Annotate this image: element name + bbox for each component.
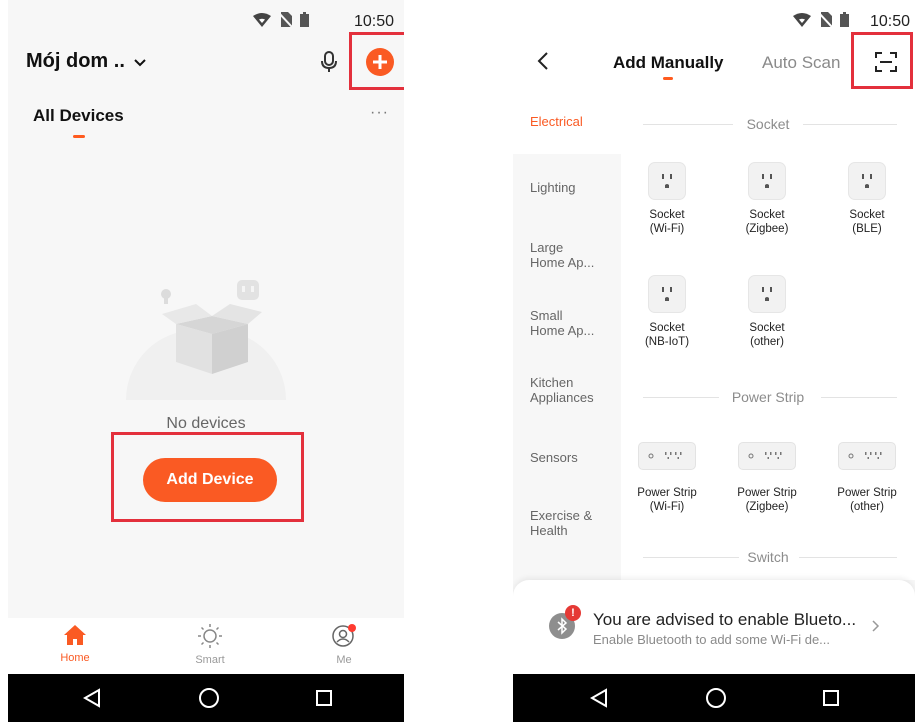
category-list: Electrical Lighting Large Home Ap... Sma… bbox=[513, 110, 621, 580]
tab-smart[interactable]: Smart bbox=[170, 624, 250, 666]
home-selector[interactable]: Mój dom .. bbox=[26, 50, 147, 73]
category-small-home[interactable]: Small Home Ap... bbox=[530, 308, 594, 338]
chevron-down-icon bbox=[134, 59, 147, 67]
chevron-left-icon[interactable] bbox=[537, 51, 549, 71]
device-strip-zigbee[interactable]: Power Strip (Zigbee) bbox=[721, 442, 813, 514]
system-nav-bar bbox=[513, 674, 915, 722]
power-strip-icon bbox=[738, 442, 796, 470]
battery-icon bbox=[840, 12, 849, 27]
tab-all-devices[interactable]: All Devices bbox=[33, 106, 124, 126]
tab-me[interactable]: Me bbox=[304, 624, 384, 666]
back-triangle-icon[interactable] bbox=[78, 684, 106, 712]
device-socket-nbiot[interactable]: Socket (NB-IoT) bbox=[621, 275, 713, 349]
device-socket-zigbee[interactable]: Socket (Zigbee) bbox=[721, 162, 813, 236]
empty-box-illustration bbox=[161, 280, 262, 374]
bottom-tab-bar: Home Smart Me bbox=[8, 618, 404, 674]
device-label: Socket (Wi-Fi) bbox=[649, 209, 685, 235]
back-triangle-icon[interactable] bbox=[585, 684, 613, 712]
tab-home[interactable]: Home bbox=[35, 624, 115, 664]
wifi-icon bbox=[253, 12, 271, 27]
tab-smart-label: Smart bbox=[195, 654, 225, 666]
banner-title: You are advised to enable Blueto... bbox=[593, 610, 857, 629]
home-circle-icon[interactable] bbox=[195, 684, 223, 712]
device-strip-other[interactable]: Power Strip (other) bbox=[821, 442, 913, 514]
device-list: Socket Socket (Wi-Fi) Socket (Zigbee) So… bbox=[621, 110, 915, 580]
bluetooth-banner[interactable]: ! You are advised to enable Blueto... En… bbox=[513, 580, 915, 674]
more-dots-icon[interactable]: ··· bbox=[370, 104, 389, 122]
device-label: Socket (other) bbox=[749, 322, 785, 348]
category-electrical[interactable]: Electrical bbox=[530, 114, 583, 129]
category-exercise-health[interactable]: Exercise & Health bbox=[530, 508, 592, 538]
status-bar: 10:50 bbox=[8, 0, 404, 40]
status-time: 10:50 bbox=[354, 13, 395, 30]
device-label: Power Strip (other) bbox=[837, 487, 897, 513]
device-label: Power Strip (Wi-Fi) bbox=[637, 487, 697, 513]
socket-icon bbox=[848, 162, 886, 200]
device-strip-wifi[interactable]: Power Strip (Wi-Fi) bbox=[621, 442, 713, 514]
power-strip-icon bbox=[838, 442, 896, 470]
section-switch-title: Switch bbox=[747, 549, 789, 565]
tab-me-label: Me bbox=[336, 654, 352, 666]
recents-square-icon[interactable] bbox=[817, 684, 845, 712]
power-strip-icon bbox=[638, 442, 696, 470]
socket-icon bbox=[648, 162, 686, 200]
no-sim-icon bbox=[819, 12, 832, 27]
category-lighting[interactable]: Lighting bbox=[530, 180, 576, 195]
category-sensors[interactable]: Sensors bbox=[530, 450, 578, 465]
tab-auto-scan[interactable]: Auto Scan bbox=[762, 53, 840, 73]
socket-icon bbox=[748, 162, 786, 200]
device-label: Socket (BLE) bbox=[849, 209, 885, 235]
banner-subtitle: Enable Bluetooth to add some Wi-Fi de... bbox=[593, 632, 831, 647]
chevron-right-icon bbox=[872, 620, 880, 632]
tab-indicator bbox=[73, 135, 85, 138]
screenshot-gap bbox=[404, 0, 513, 722]
device-socket-wifi[interactable]: Socket (Wi-Fi) bbox=[621, 162, 713, 236]
socket-icon bbox=[648, 275, 686, 313]
device-label: Power Strip (Zigbee) bbox=[737, 487, 797, 513]
scan-highlight bbox=[851, 32, 913, 89]
device-socket-ble[interactable]: Socket (BLE) bbox=[821, 162, 913, 236]
device-label: Socket (Zigbee) bbox=[745, 209, 789, 235]
home-name: Mój dom .. bbox=[26, 50, 125, 72]
section-socket-title: Socket bbox=[746, 116, 790, 132]
battery-icon bbox=[300, 12, 309, 27]
no-sim-icon bbox=[279, 12, 292, 27]
status-time: 10:50 bbox=[870, 13, 911, 30]
tab-indicator bbox=[663, 77, 673, 80]
warning-badge-icon: ! bbox=[565, 605, 581, 621]
device-socket-other[interactable]: Socket (other) bbox=[721, 275, 813, 349]
user-icon bbox=[332, 624, 356, 647]
recents-square-icon[interactable] bbox=[310, 684, 338, 712]
system-nav-bar bbox=[8, 674, 404, 722]
add-device-highlight bbox=[111, 432, 304, 522]
home-screen: 10:50 Mój dom .. All Devices ··· No devi… bbox=[8, 0, 404, 722]
home-icon bbox=[64, 625, 86, 645]
add-device-screen: 10:50 Add Manually Auto Scan Electrical … bbox=[513, 0, 915, 722]
empty-message: No devices bbox=[166, 415, 246, 432]
tab-add-manually[interactable]: Add Manually bbox=[613, 53, 724, 73]
add-button-highlight bbox=[349, 32, 404, 90]
microphone-icon[interactable] bbox=[320, 51, 338, 73]
category-large-home[interactable]: Large Home Ap... bbox=[530, 240, 594, 270]
device-label: Socket (NB-IoT) bbox=[644, 322, 690, 348]
wifi-icon bbox=[793, 12, 811, 27]
category-kitchen[interactable]: Kitchen Appliances bbox=[530, 375, 594, 405]
home-circle-icon[interactable] bbox=[702, 684, 730, 712]
tab-home-label: Home bbox=[60, 652, 90, 664]
section-power-strip-title: Power Strip bbox=[731, 389, 805, 405]
sun-icon bbox=[198, 624, 222, 648]
socket-icon bbox=[748, 275, 786, 313]
